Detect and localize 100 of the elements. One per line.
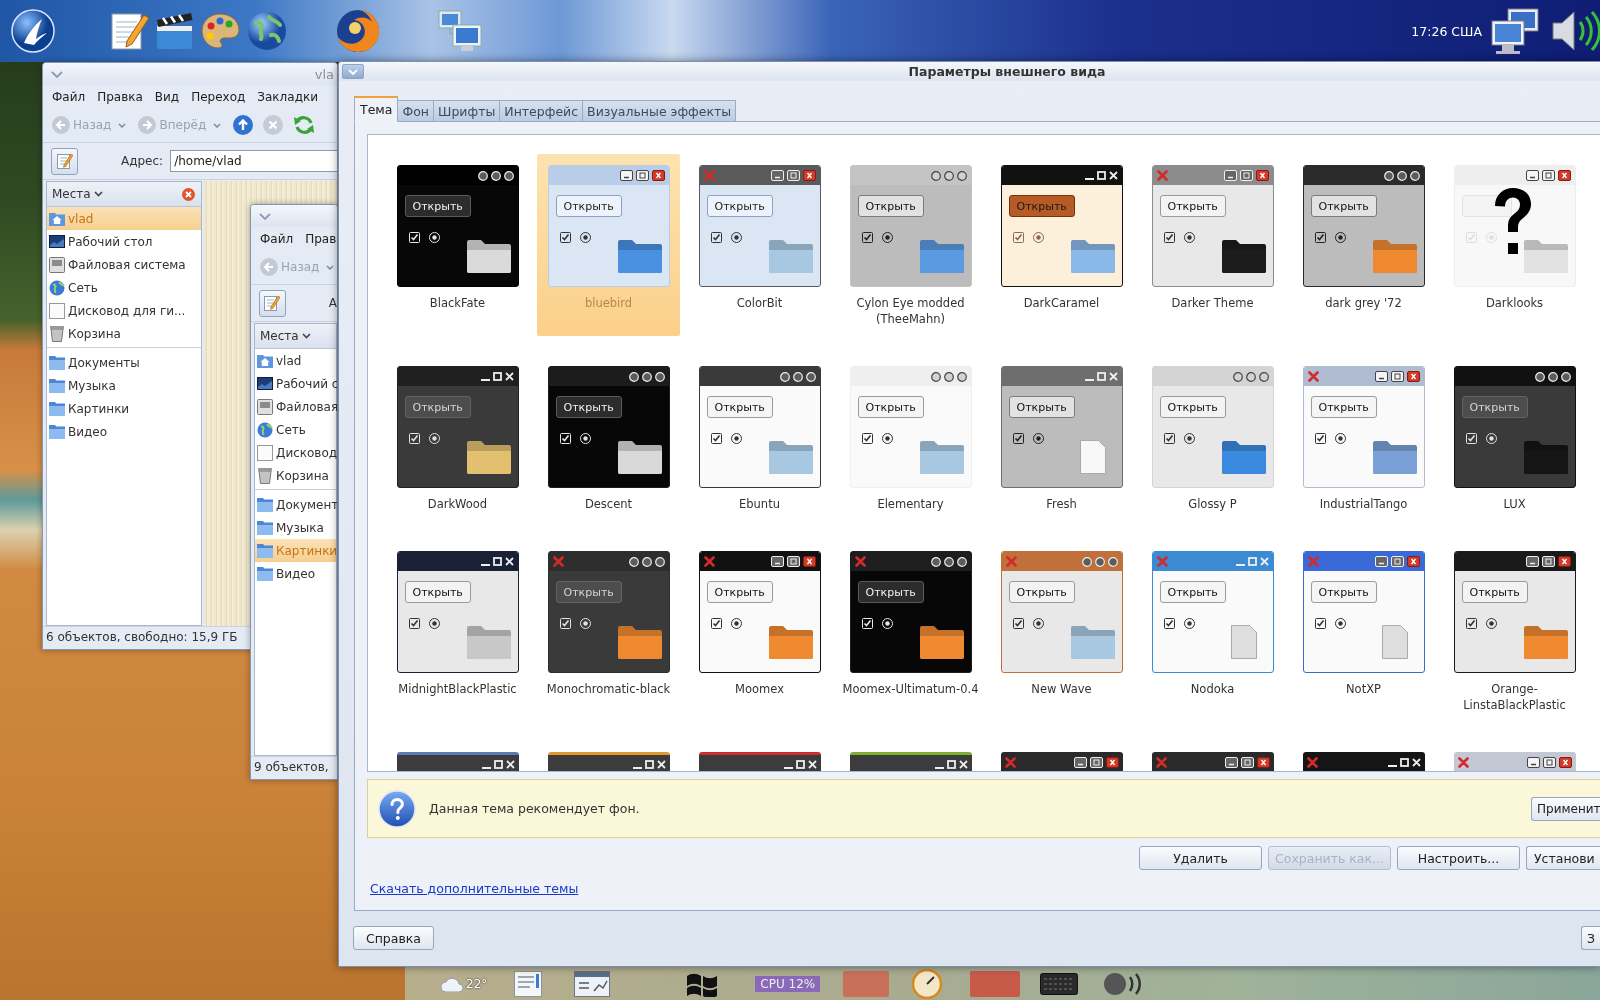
sidebar-item[interactable]: Корзина	[47, 322, 201, 345]
sidebar-item[interactable]: Корзина	[255, 464, 336, 487]
dialog-button[interactable]: Удалить	[1139, 846, 1262, 870]
sidebar-item[interactable]: Документы	[47, 351, 201, 374]
sidebar-item[interactable]: Файловая	[255, 395, 336, 418]
window-icon[interactable]	[574, 970, 611, 997]
radio-icon	[730, 433, 742, 444]
circle-button-icon	[641, 556, 652, 567]
close-icon	[1406, 371, 1420, 382]
menu-item[interactable]: Файл	[52, 89, 86, 104]
maximize-icon	[1541, 170, 1555, 181]
download-link[interactable]: Скачать дополнительные темы	[370, 880, 579, 897]
preview-button: Открыть	[1008, 195, 1075, 217]
theme-item[interactable]: Открыть Moomex	[688, 540, 831, 722]
circle-button-icon	[956, 371, 967, 382]
theme-item[interactable]: Открыть Cylon Eye modded (TheeMahn)	[839, 154, 982, 336]
sidebar-item[interactable]: Сеть	[255, 418, 336, 441]
theme-item[interactable]: Открыть MidnightBlackPlastic	[386, 540, 529, 722]
dialog-button[interactable]: Настроить...	[1397, 846, 1520, 870]
theme-item[interactable]: Открыть Elementary	[839, 355, 982, 521]
theme-item[interactable]: Открыть ColorBit	[688, 154, 831, 336]
theme-item[interactable]: Открыть Moomex-Ultimatum-0.4	[839, 540, 982, 722]
globe-icon[interactable]	[247, 11, 287, 51]
sidebar-item[interactable]: Рабочий с	[255, 372, 336, 395]
tab[interactable]: Тема	[354, 96, 399, 122]
caret-icon[interactable]	[259, 212, 271, 220]
theme-item[interactable]: Открыть Descent	[537, 355, 680, 521]
document-icon[interactable]	[514, 970, 543, 997]
menu-item[interactable]: Вид	[154, 89, 180, 104]
menu-item[interactable]: Правка	[97, 89, 143, 104]
reload-icon[interactable]	[293, 114, 316, 136]
theme-item[interactable]: Открыть Monochromatic-black	[537, 540, 680, 722]
palette-icon[interactable]	[200, 11, 240, 51]
monitors-icon[interactable]	[1490, 7, 1540, 55]
theme-item[interactable]: Открыть dark grey '72	[1292, 154, 1435, 336]
theme-item[interactable]: Открыть DarkCaramel	[990, 154, 1133, 336]
radio-icon	[1032, 232, 1044, 243]
sidebar-item[interactable]: Видео	[255, 562, 336, 585]
places-dropdown[interactable]: Места	[47, 187, 103, 201]
sidebar-item[interactable]: Дисковод для ги...	[47, 299, 201, 322]
sidebar-item[interactable]: Сеть	[47, 276, 201, 299]
sidebar-item[interactable]: Файловая система	[47, 253, 201, 276]
tab[interactable]: Интерфейс	[500, 100, 584, 122]
theme-item[interactable]: Открыть Ebuntu	[688, 355, 831, 521]
theme-item[interactable]: Открыть LUX	[1443, 355, 1586, 521]
menu-item[interactable]: Переход	[191, 89, 246, 104]
caret-icon[interactable]	[326, 264, 335, 270]
apply-button[interactable]: Применит	[1531, 796, 1600, 821]
theme-item[interactable]: Открыть Darker Theme	[1141, 154, 1284, 336]
swoosh-disc-icon[interactable]	[11, 9, 55, 53]
theme-item[interactable]: Открыть Fresh	[990, 355, 1133, 521]
keyboard-icon[interactable]	[1040, 972, 1079, 995]
sidebar-item[interactable]: vlad	[255, 349, 336, 372]
menu-item[interactable]: Файл	[260, 231, 294, 246]
sidebar-item[interactable]: Картинки	[47, 397, 201, 420]
sidebar-item[interactable]: Музыка	[47, 374, 201, 397]
tab[interactable]: Фон	[398, 100, 434, 122]
theme-item[interactable]: Открыть IndustrialTango	[1292, 355, 1435, 521]
tab[interactable]: Визуальные эффекты	[583, 100, 737, 122]
address-field[interactable]: /home/vlad	[170, 150, 337, 172]
menu-item[interactable]: Прав	[305, 231, 337, 246]
tab[interactable]: Шрифты	[434, 100, 501, 122]
caret-icon[interactable]	[213, 122, 222, 128]
edit-location-button[interactable]	[259, 289, 286, 317]
places-dropdown[interactable]: Места	[255, 329, 311, 343]
tile-icon[interactable]	[843, 970, 890, 997]
theme-item[interactable]: Открыть BlackFate	[386, 154, 529, 336]
dialog-button[interactable]: З	[1581, 926, 1600, 950]
close-icon	[1457, 757, 1469, 768]
theme-item[interactable]: Открыть Orange-LinstaBlackPlastic	[1443, 540, 1586, 722]
window-menu-button[interactable]	[342, 64, 364, 79]
radio-icon	[1485, 232, 1497, 243]
menu-item[interactable]: Закладки	[257, 89, 318, 104]
edit-location-button[interactable]	[51, 147, 78, 175]
preview-button: Открыть	[1159, 396, 1226, 418]
theme-name: Orange-LinstaBlackPlastic	[1462, 681, 1567, 713]
clock[interactable]: 17:26 США	[1411, 23, 1482, 39]
caret-icon[interactable]	[118, 122, 127, 128]
gauge-icon[interactable]	[911, 968, 944, 999]
theme-item[interactable]: Открыть Nodoka	[1141, 540, 1284, 722]
tile-icon[interactable]	[970, 970, 1021, 997]
sidebar-item[interactable]: Видео	[47, 420, 201, 443]
dialog-button[interactable]: Справка	[353, 926, 434, 950]
caret-icon[interactable]	[51, 70, 63, 78]
theme-item[interactable]: Открыть bluebird	[537, 154, 680, 336]
theme-item[interactable]: Открыть Glossy P	[1141, 355, 1284, 521]
checkbox-icon	[710, 232, 722, 243]
sidebar-item[interactable]: Рабочий стол	[47, 230, 201, 253]
speaker-icon[interactable]	[1550, 8, 1600, 54]
theme-item[interactable]: Открыть DarkWood	[386, 355, 529, 521]
dialog-button[interactable]: Установи	[1526, 846, 1600, 870]
sidebar-item[interactable]: Музыка	[255, 516, 336, 539]
theme-item[interactable]: Открыть New Wave	[990, 540, 1133, 722]
theme-item[interactable]: Открыть NotXP	[1292, 540, 1435, 722]
swirl-globe-icon[interactable]	[336, 9, 380, 53]
clapperboard-icon[interactable]	[155, 11, 195, 51]
theme-item[interactable]: Darklooks	[1443, 154, 1586, 336]
close-icon[interactable]	[182, 187, 195, 201]
sidebar-item[interactable]: Дисковод	[255, 441, 336, 464]
notepad-pencil-icon[interactable]	[110, 11, 150, 51]
